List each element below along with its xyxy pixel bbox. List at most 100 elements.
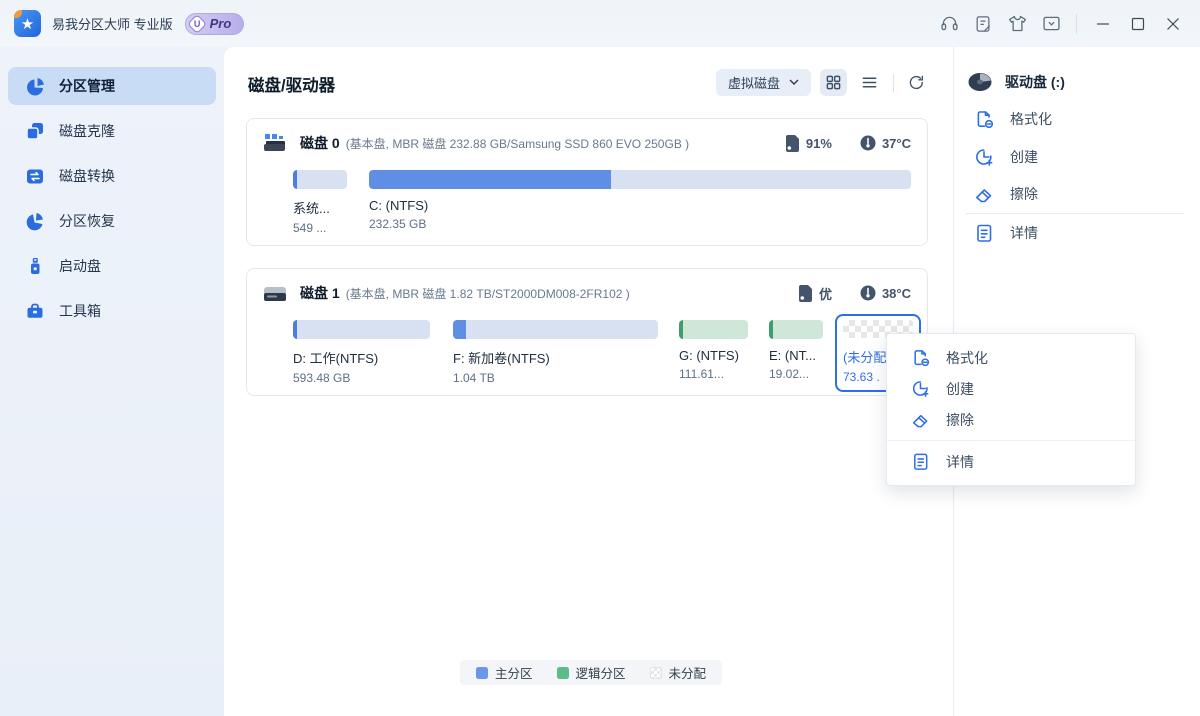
ssd-icon <box>263 134 287 153</box>
close-icon <box>1164 15 1182 33</box>
feedback-icon <box>973 14 993 34</box>
drive-label: 驱动盘 (:) <box>1005 72 1065 92</box>
context-menu: 格式化 创建 擦除 详情 <box>886 333 1136 486</box>
grid-view-button[interactable] <box>820 69 847 96</box>
disk1-name: 磁盘 1 <box>300 283 340 303</box>
pro-badge[interactable]: U Pro <box>185 13 245 35</box>
sidebar-item-label: 分区管理 <box>59 76 115 96</box>
partition-bar <box>293 320 430 339</box>
partition-legend: 主分区 逻辑分区 未分配 <box>460 660 722 685</box>
details-icon <box>974 223 994 243</box>
support-button[interactable] <box>932 0 966 47</box>
hdd-icon <box>263 284 287 303</box>
main-content: 磁盘/驱动器 虚拟磁盘 <box>224 47 1200 716</box>
minimize-button[interactable] <box>1085 0 1120 47</box>
toolbox-icon <box>25 301 45 321</box>
context-menu-item-create[interactable]: 创建 <box>887 373 1135 404</box>
disk0-header: 磁盘 0 (基本盘, MBR 磁盘 232.88 GB/Samsung SSD … <box>263 132 911 154</box>
list-view-icon <box>861 74 878 91</box>
app-title: 易我分区大师 专业版 <box>52 14 173 33</box>
partition-bar <box>769 320 823 339</box>
menu-dropdown-icon <box>1041 13 1062 34</box>
partition-manager-icon <box>25 76 45 96</box>
refresh-icon <box>908 74 925 91</box>
sidebar-item-label: 工具箱 <box>59 301 101 321</box>
partition-system[interactable]: 系统... 549 ... <box>293 170 351 235</box>
disk1-header: 磁盘 1 (基本盘, MBR 磁盘 1.82 TB/ST2000DM008-2F… <box>263 282 911 304</box>
action-item-create[interactable]: 创建 <box>974 147 1038 167</box>
erase-icon <box>974 184 994 204</box>
sidebar-item-disk-convert[interactable]: 磁盘转换 <box>8 157 216 195</box>
disk1-info: (基本盘, MBR 磁盘 1.82 TB/ST2000DM008-2FR102 … <box>346 285 630 302</box>
theme-button[interactable] <box>1000 0 1034 47</box>
sidebar-item-disk-clone[interactable]: 磁盘克隆 <box>8 112 216 150</box>
grid-view-icon <box>825 74 842 91</box>
create-icon <box>974 147 994 167</box>
format-icon <box>974 109 994 129</box>
titlebar-actions <box>932 0 1190 47</box>
partition-bar <box>293 170 347 189</box>
unallocated-swatch-icon <box>650 667 662 679</box>
partition-e[interactable]: E: (NT... 19.02... <box>769 320 826 381</box>
sidebar-item-toolbox[interactable]: 工具箱 <box>8 292 216 330</box>
headset-icon <box>939 13 960 34</box>
list-view-button[interactable] <box>856 69 883 96</box>
sidebar-item-partition-recovery[interactable]: 分区恢复 <box>8 202 216 240</box>
maximize-icon <box>1129 15 1147 33</box>
partition-d[interactable]: D: 工作(NTFS) 593.48 GB <box>293 320 435 385</box>
action-item-format[interactable]: 格式化 <box>974 109 1052 129</box>
refresh-button[interactable] <box>903 69 930 96</box>
pro-u-icon: U <box>187 14 207 34</box>
logical-swatch-icon <box>557 667 569 679</box>
app-window: ★ 易我分区大师 专业版 U Pro <box>0 0 1200 716</box>
virtual-disk-dropdown[interactable]: 虚拟磁盘 <box>716 69 811 96</box>
app-logo-icon: ★ <box>14 10 41 37</box>
details-icon <box>911 452 930 471</box>
chevron-down-icon <box>789 79 799 86</box>
maximize-button[interactable] <box>1120 0 1155 47</box>
titlebar: ★ 易我分区大师 专业版 U Pro <box>0 0 1200 47</box>
sidebar-item-boot-disk[interactable]: 启动盘 <box>8 247 216 285</box>
legend-unallocated: 未分配 <box>650 663 707 682</box>
partition-bar <box>679 320 748 339</box>
context-menu-item-details[interactable]: 详情 <box>887 446 1135 477</box>
disk-health-icon <box>785 135 800 152</box>
toolbar-separator <box>893 74 894 92</box>
disk1-health: 优 <box>798 284 832 303</box>
disk0-health: 91% <box>785 135 832 152</box>
close-button[interactable] <box>1155 0 1190 47</box>
main-toolbar: 虚拟磁盘 <box>716 69 930 96</box>
pro-badge-label: Pro <box>210 16 232 31</box>
context-menu-divider <box>887 440 1135 441</box>
disk-health-icon <box>798 285 813 302</box>
legend-logical: 逻辑分区 <box>557 663 626 682</box>
primary-swatch-icon <box>476 667 488 679</box>
disk-card-1: 磁盘 1 (基本盘, MBR 磁盘 1.82 TB/ST2000DM008-2F… <box>246 268 928 396</box>
disk-clone-icon <box>25 121 45 141</box>
context-menu-item-format[interactable]: 格式化 <box>887 342 1135 373</box>
feedback-button[interactable] <box>966 0 1000 47</box>
sidebar-item-partition-manager[interactable]: 分区管理 <box>8 67 216 105</box>
partition-bar <box>369 170 911 189</box>
sidebar-item-label: 启动盘 <box>59 256 101 276</box>
partition-g[interactable]: G: (NTFS) 111.61... <box>679 320 751 381</box>
partition-recovery-icon <box>25 211 45 231</box>
disk1-temperature: 38°C <box>860 285 911 301</box>
menu-button[interactable] <box>1034 0 1068 47</box>
sidebar: 分区管理 磁盘克隆 磁盘转换 分区恢复 <box>0 47 224 716</box>
sidebar-item-label: 分区恢复 <box>59 211 115 231</box>
disk0-name: 磁盘 0 <box>300 133 340 153</box>
action-item-details[interactable]: 详情 <box>974 223 1038 243</box>
partition-c[interactable]: C: (NTFS) 232.35 GB <box>369 170 914 231</box>
action-panel-divider <box>966 213 1184 214</box>
titlebar-separator <box>1076 14 1077 34</box>
sidebar-item-label: 磁盘克隆 <box>59 121 115 141</box>
action-item-erase[interactable]: 擦除 <box>974 184 1038 204</box>
disk0-info: (基本盘, MBR 磁盘 232.88 GB/Samsung SSD 860 E… <box>346 135 689 152</box>
partition-f[interactable]: F: 新加卷(NTFS) 1.04 TB <box>453 320 661 385</box>
context-menu-item-erase[interactable]: 擦除 <box>887 404 1135 435</box>
sidebar-item-label: 磁盘转换 <box>59 166 115 186</box>
boot-disk-icon <box>25 256 45 276</box>
temperature-icon <box>860 135 876 151</box>
disk-card-0: 磁盘 0 (基本盘, MBR 磁盘 232.88 GB/Samsung SSD … <box>246 118 928 246</box>
